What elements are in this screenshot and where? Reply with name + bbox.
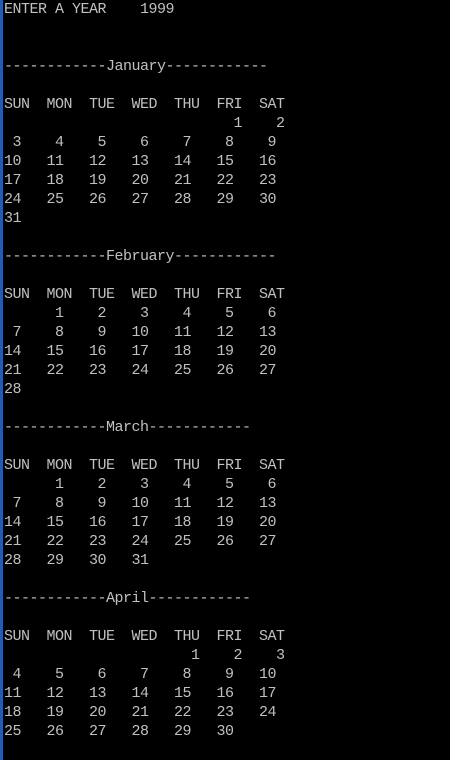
console-window[interactable]: ENTER A YEAR 1999 ------------January---… <box>0 0 450 760</box>
console-output: ENTER A YEAR 1999 ------------January---… <box>4 1 285 740</box>
